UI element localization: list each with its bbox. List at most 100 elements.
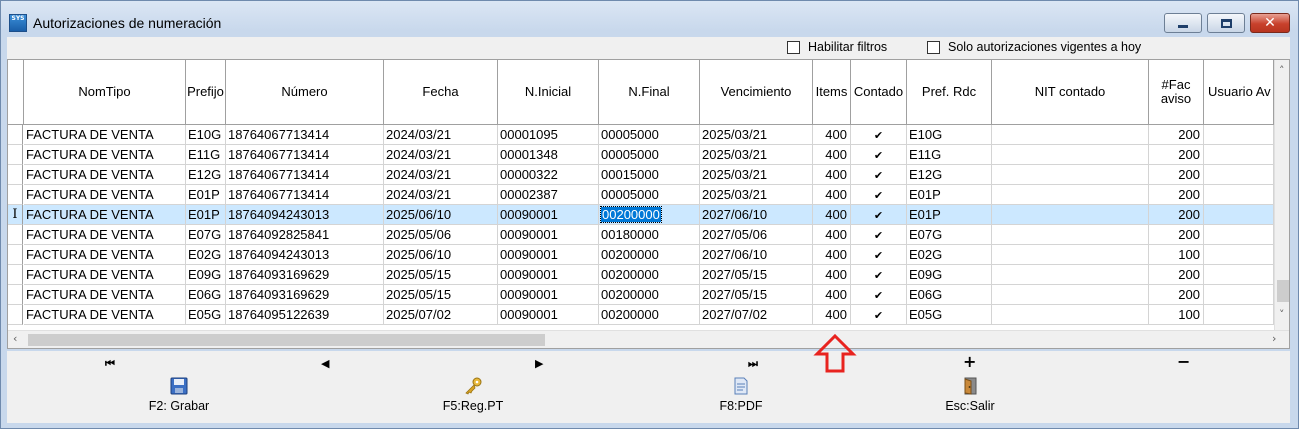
- cell-vencimiento[interactable]: 2025/03/21: [700, 145, 813, 165]
- col-header-nfinal[interactable]: N.Final: [599, 60, 700, 125]
- cell-prefijo[interactable]: E12G: [186, 165, 226, 185]
- check-icon[interactable]: ✔: [872, 190, 885, 203]
- col-header-numero[interactable]: Número: [226, 60, 384, 125]
- cell-numero[interactable]: 18764094243013: [226, 245, 384, 265]
- cell-numero[interactable]: 18764067713414: [226, 125, 384, 145]
- cell-numero[interactable]: 18764092825841: [226, 225, 384, 245]
- cell-ninicial[interactable]: 00090001: [498, 245, 599, 265]
- row-indicator[interactable]: [8, 265, 23, 285]
- cell-usuario[interactable]: [1204, 125, 1274, 145]
- row-indicator[interactable]: [8, 305, 23, 325]
- cell-usuario[interactable]: [1204, 245, 1274, 265]
- row-indicator[interactable]: [8, 165, 23, 185]
- cell-items[interactable]: 400: [813, 225, 851, 245]
- first-record-button[interactable]: ⏮: [105, 357, 115, 371]
- cell-items[interactable]: 400: [813, 185, 851, 205]
- pdf-button[interactable]: F8:PDF: [681, 377, 801, 413]
- col-header-ninicial[interactable]: N.Inicial: [498, 60, 599, 125]
- prior-record-button[interactable]: ◀: [321, 357, 329, 370]
- cell-contado[interactable]: ✔: [851, 145, 907, 165]
- cell-numero[interactable]: 18764095122639: [226, 305, 384, 325]
- cell-nfinal[interactable]: 00005000: [599, 125, 700, 145]
- cell-items[interactable]: 400: [813, 125, 851, 145]
- cell-nomtipo[interactable]: FACTURA DE VENTA: [24, 145, 186, 165]
- cell-items[interactable]: 400: [813, 205, 851, 225]
- cell-numero[interactable]: 18764067713414: [226, 165, 384, 185]
- reg-pt-button[interactable]: F5:Reg.PT: [413, 377, 533, 413]
- cell-facaviso[interactable]: 100: [1149, 305, 1204, 325]
- vertical-scroll-thumb[interactable]: [1277, 280, 1289, 302]
- col-header-contado[interactable]: Contado: [851, 60, 907, 125]
- cell-nfinal[interactable]: 00005000: [599, 185, 700, 205]
- cell-nitcontado[interactable]: [992, 225, 1149, 245]
- cell-prefijo[interactable]: E05G: [186, 305, 226, 325]
- cell-usuario[interactable]: [1204, 145, 1274, 165]
- cell-prefijo[interactable]: E09G: [186, 265, 226, 285]
- cell-fecha[interactable]: 2025/05/15: [384, 265, 498, 285]
- cell-fecha[interactable]: 2025/06/10: [384, 205, 498, 225]
- cell-numero[interactable]: 18764067713414: [226, 145, 384, 165]
- row-indicator[interactable]: [8, 145, 23, 165]
- row-indicator[interactable]: [8, 225, 23, 245]
- last-record-button[interactable]: ⏭: [748, 357, 758, 371]
- cell-ninicial[interactable]: 00002387: [498, 185, 599, 205]
- vertical-scrollbar[interactable]: ˄ ˅: [1274, 60, 1289, 330]
- cell-contado[interactable]: ✔: [851, 285, 907, 305]
- cell-facaviso[interactable]: 200: [1149, 205, 1204, 225]
- cell-vencimiento[interactable]: 2027/06/10: [700, 245, 813, 265]
- cell-facaviso[interactable]: 200: [1149, 225, 1204, 245]
- cell-ninicial[interactable]: 00090001: [498, 225, 599, 245]
- cell-contado[interactable]: ✔: [851, 125, 907, 145]
- cell-vencimiento[interactable]: 2025/03/21: [700, 125, 813, 145]
- cell-vencimiento[interactable]: 2027/07/02: [700, 305, 813, 325]
- cell-prefijo[interactable]: E01P: [186, 185, 226, 205]
- cell-nomtipo[interactable]: FACTURA DE VENTA: [24, 125, 186, 145]
- cell-nitcontado[interactable]: [992, 305, 1149, 325]
- horizontal-scroll-thumb[interactable]: [28, 334, 545, 346]
- cell-nitcontado[interactable]: [992, 285, 1149, 305]
- col-header-items[interactable]: Items: [813, 60, 851, 125]
- cell-numero[interactable]: 18764093169629: [226, 265, 384, 285]
- minimize-button[interactable]: [1164, 13, 1202, 33]
- col-header-nomtipo[interactable]: NomTipo: [24, 60, 186, 125]
- cell-ninicial[interactable]: 00090001: [498, 305, 599, 325]
- cell-nfinal[interactable]: 00005000: [599, 145, 700, 165]
- cell-items[interactable]: 400: [813, 145, 851, 165]
- scroll-left-icon[interactable]: ‹: [13, 332, 17, 345]
- table-row[interactable]: FACTURA DE VENTA E09G 18764093169629 2025/0…: [8, 265, 1274, 285]
- cell-prefrdc[interactable]: E01P: [907, 185, 992, 205]
- cell-fecha[interactable]: 2024/03/21: [384, 125, 498, 145]
- col-header-usuario[interactable]: Usuario Av: [1204, 60, 1274, 125]
- cell-prefrdc[interactable]: E09G: [907, 265, 992, 285]
- check-icon[interactable]: ✔: [872, 230, 885, 243]
- cell-ninicial[interactable]: 00001095: [498, 125, 599, 145]
- table-row[interactable]: FACTURA DE VENTA E02G 18764094243013 2025/0…: [8, 245, 1274, 265]
- cell-prefrdc[interactable]: E10G: [907, 125, 992, 145]
- cell-items[interactable]: 400: [813, 265, 851, 285]
- cell-nfinal[interactable]: 00200000: [599, 245, 700, 265]
- col-header-facaviso[interactable]: #Fac aviso: [1149, 60, 1204, 125]
- cell-nfinal[interactable]: 00200000: [599, 205, 700, 225]
- cell-items[interactable]: 400: [813, 285, 851, 305]
- cell-ninicial[interactable]: 00001348: [498, 145, 599, 165]
- horizontal-scrollbar[interactable]: ‹ ›: [8, 330, 1289, 348]
- cell-numero[interactable]: 18764094243013: [226, 205, 384, 225]
- check-icon[interactable]: ✔: [872, 250, 885, 263]
- maximize-button[interactable]: [1207, 13, 1245, 33]
- cell-usuario[interactable]: [1204, 265, 1274, 285]
- cell-prefijo[interactable]: E06G: [186, 285, 226, 305]
- cell-nomtipo[interactable]: FACTURA DE VENTA: [24, 305, 186, 325]
- cell-vencimiento[interactable]: 2025/03/21: [700, 185, 813, 205]
- cell-vencimiento[interactable]: 2025/03/21: [700, 165, 813, 185]
- cell-contado[interactable]: ✔: [851, 305, 907, 325]
- cell-prefrdc[interactable]: E11G: [907, 145, 992, 165]
- cell-contado[interactable]: ✔: [851, 205, 907, 225]
- cell-contado[interactable]: ✔: [851, 225, 907, 245]
- cell-facaviso[interactable]: 200: [1149, 285, 1204, 305]
- cell-vencimiento[interactable]: 2027/05/15: [700, 265, 813, 285]
- cell-nomtipo[interactable]: FACTURA DE VENTA: [24, 265, 186, 285]
- col-header-prefijo[interactable]: Prefijo: [186, 60, 226, 125]
- cell-fecha[interactable]: 2025/07/02: [384, 305, 498, 325]
- cell-items[interactable]: 400: [813, 245, 851, 265]
- cell-ninicial[interactable]: 00090001: [498, 265, 599, 285]
